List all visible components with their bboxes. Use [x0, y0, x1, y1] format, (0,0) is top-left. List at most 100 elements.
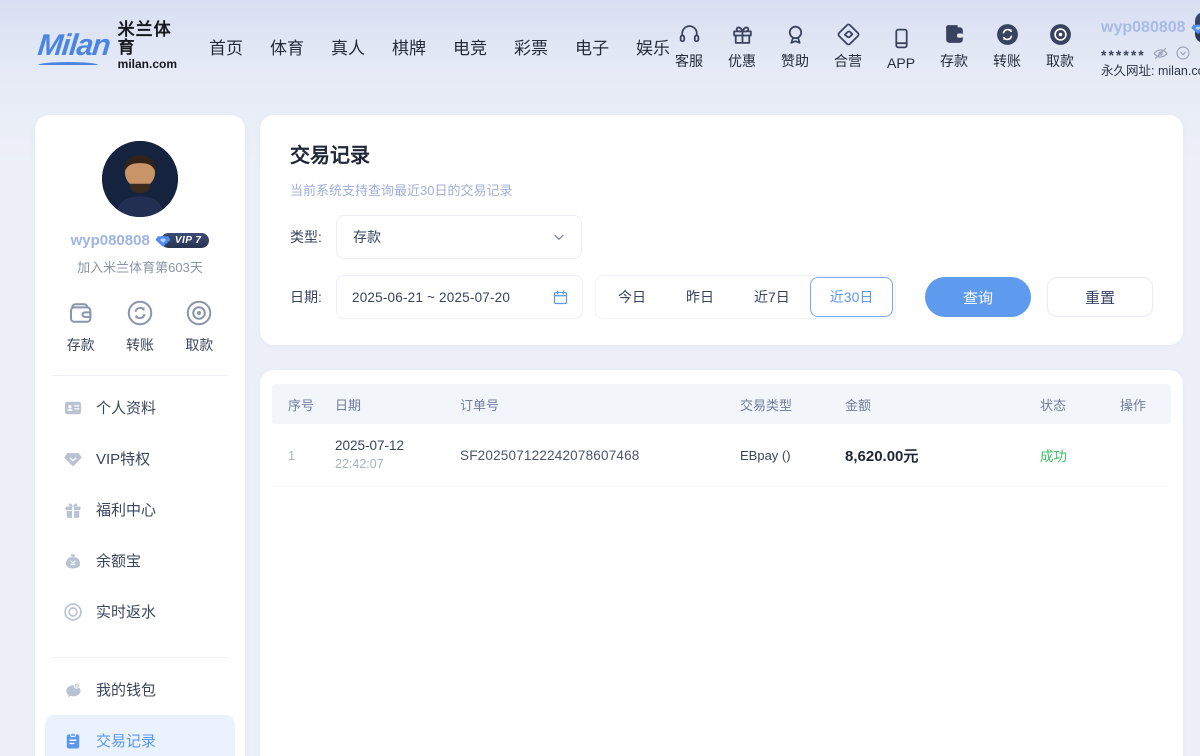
col-order: 订单号 — [460, 395, 740, 414]
my-wallet-icon — [63, 680, 83, 700]
brand-domain: milan.com — [118, 58, 177, 71]
transfer-outline-icon — [125, 298, 155, 328]
medal-icon — [783, 22, 808, 47]
handshake-icon — [836, 22, 861, 47]
table-header: 序号 日期 订单号 交易类型 金额 状态 操作 — [272, 384, 1171, 424]
sidebar-item-my-wallet[interactable]: 我的钱包 — [45, 664, 235, 715]
main-nav: 首页 体育 真人 棋牌 电竞 彩票 电子 娱乐 — [209, 34, 670, 59]
sidebar-transfer-button[interactable]: 转账 — [125, 298, 155, 355]
headset-icon — [677, 22, 702, 47]
row-date: 2025-07-12 — [335, 437, 460, 456]
row-index: 1 — [288, 448, 335, 463]
row-type: EBpay () — [740, 448, 845, 463]
brand-name-cn: 米兰体育 — [118, 21, 177, 58]
col-type: 交易类型 — [740, 395, 845, 414]
col-index: 序号 — [288, 395, 335, 414]
welfare-icon — [63, 500, 83, 520]
sidebar-withdraw-button[interactable]: 取款 — [184, 298, 214, 355]
nav-item-slots[interactable]: 电子 — [575, 34, 609, 59]
wallet-outline-icon — [66, 298, 96, 328]
join-days-text: 加入米兰体育第603天 — [77, 257, 203, 276]
range-yesterday[interactable]: 昨日 — [666, 277, 734, 317]
permanent-url: 永久网址: milan.com — [1101, 63, 1200, 80]
range-today[interactable]: 今日 — [598, 277, 666, 317]
reset-button[interactable]: 重置 — [1047, 277, 1153, 317]
id-card-icon — [63, 398, 83, 418]
promo-button[interactable]: 优惠 — [723, 22, 761, 71]
sidebar-avatar[interactable] — [102, 141, 178, 217]
service-button[interactable]: 客服 — [670, 22, 708, 71]
records-table-card: 序号 日期 订单号 交易类型 金额 状态 操作 1 2025-07-12 22:… — [260, 370, 1183, 756]
sponsor-button[interactable]: 赞助 — [776, 22, 814, 71]
type-label: 类型: — [290, 227, 336, 247]
nav-item-home[interactable]: 首页 — [209, 34, 243, 59]
row-order-no: SF202507122242078607468 — [460, 448, 740, 463]
vip-badge: VIP 7 — [1190, 12, 1200, 43]
sidebar-wallet-actions: 存款 转账 取款 — [45, 298, 235, 355]
transfer-button[interactable]: 转账 — [988, 22, 1026, 71]
sidebar-item-transaction-records[interactable]: 交易记录 — [45, 715, 235, 756]
range-7days[interactable]: 近7日 — [734, 277, 810, 317]
sidebar-vip-badge: VIP 7 — [154, 231, 210, 249]
vip-diamond-icon — [1190, 18, 1200, 38]
nav-item-entertainment[interactable]: 娱乐 — [636, 34, 670, 59]
refresh-circle-icon[interactable] — [1175, 45, 1191, 61]
masked-balance: ****** — [1101, 44, 1146, 62]
type-select-value: 存款 — [353, 227, 381, 247]
row-time: 22:42:07 — [335, 456, 460, 474]
date-filter-row: 日期: 2025-06-21 ~ 2025-07-20 今日 昨日 近7日 近3… — [290, 275, 1153, 319]
filter-card: 交易记录 当前系统支持查询最近30日的交易记录 类型: 存款 日期: 2025-… — [260, 115, 1183, 345]
user-info: wyp080808 VIP 7 ****** 永久网址: milan.com — [1101, 12, 1200, 80]
sidebar-item-rebate[interactable]: 实时返水 — [45, 586, 235, 637]
nav-item-cards[interactable]: 棋牌 — [392, 34, 426, 59]
nav-item-live[interactable]: 真人 — [331, 34, 365, 59]
sidebar-item-welfare[interactable]: 福利中心 — [45, 484, 235, 535]
range-30days[interactable]: 近30日 — [810, 277, 894, 317]
deposit-button[interactable]: 存款 — [935, 22, 973, 71]
nav-item-esports[interactable]: 电竞 — [453, 34, 487, 59]
type-select[interactable]: 存款 — [336, 215, 582, 259]
col-amount: 金额 — [845, 395, 1040, 414]
col-action: 操作 — [1120, 395, 1171, 414]
rebate-icon — [63, 602, 83, 622]
calendar-icon — [552, 289, 569, 306]
app-button[interactable]: APP — [882, 26, 920, 71]
table-row: 1 2025-07-12 22:42:07 SF2025071222420786… — [272, 424, 1171, 487]
money-bag-icon — [63, 551, 83, 571]
sidebar-item-profile[interactable]: 个人资料 — [45, 382, 235, 433]
eye-off-icon[interactable] — [1152, 45, 1169, 62]
withdraw-button[interactable]: 取款 — [1041, 22, 1079, 71]
withdraw-outline-icon — [184, 298, 214, 328]
nav-item-sports[interactable]: 体育 — [270, 34, 304, 59]
search-button[interactable]: 查询 — [925, 277, 1031, 317]
main-content: 交易记录 当前系统支持查询最近30日的交易记录 类型: 存款 日期: 2025-… — [260, 115, 1183, 756]
username[interactable]: wyp080808 — [1101, 17, 1186, 39]
partner-button[interactable]: 合营 — [829, 22, 867, 71]
col-status: 状态 — [1040, 395, 1120, 414]
nav-item-lottery[interactable]: 彩票 — [514, 34, 548, 59]
chevron-down-icon — [551, 229, 567, 245]
row-status: 成功 — [1040, 445, 1120, 465]
date-range-value: 2025-06-21 ~ 2025-07-20 — [352, 290, 510, 305]
coin-filled-icon — [1048, 22, 1073, 47]
date-label: 日期: — [290, 287, 336, 307]
page-subtitle: 当前系统支持查询最近30日的交易记录 — [290, 180, 1153, 199]
brand-script: Milan — [36, 31, 111, 61]
type-filter-row: 类型: 存款 — [290, 215, 1153, 259]
sidebar-item-yuebao[interactable]: 余额宝 — [45, 535, 235, 586]
col-date: 日期 — [335, 395, 460, 414]
top-navbar: Milan 米兰体育 milan.com 首页 体育 真人 棋牌 电竞 彩票 电… — [0, 0, 1200, 92]
records-icon — [63, 731, 83, 751]
phone-icon — [889, 26, 914, 51]
header-quick-actions: 客服 优惠 赞助 合营 APP 存款 转账 取款 — [670, 22, 1079, 71]
sidebar-menu-wallet: 我的钱包 交易记录 — [45, 664, 235, 756]
brand-logo[interactable]: Milan 米兰体育 milan.com — [38, 21, 177, 72]
sidebar-deposit-button[interactable]: 存款 — [66, 298, 96, 355]
wallet-filled-icon — [942, 22, 967, 47]
sidebar-item-vip[interactable]: VIP特权 — [45, 433, 235, 484]
page-title: 交易记录 — [290, 139, 1153, 168]
profile-sidebar: wyp080808 VIP 7 加入米兰体育第603天 存款 转账 取款 — [35, 115, 245, 756]
date-range-input[interactable]: 2025-06-21 ~ 2025-07-20 — [336, 275, 583, 319]
vip-diamond-icon — [154, 231, 172, 249]
transfer-filled-icon — [995, 22, 1020, 47]
